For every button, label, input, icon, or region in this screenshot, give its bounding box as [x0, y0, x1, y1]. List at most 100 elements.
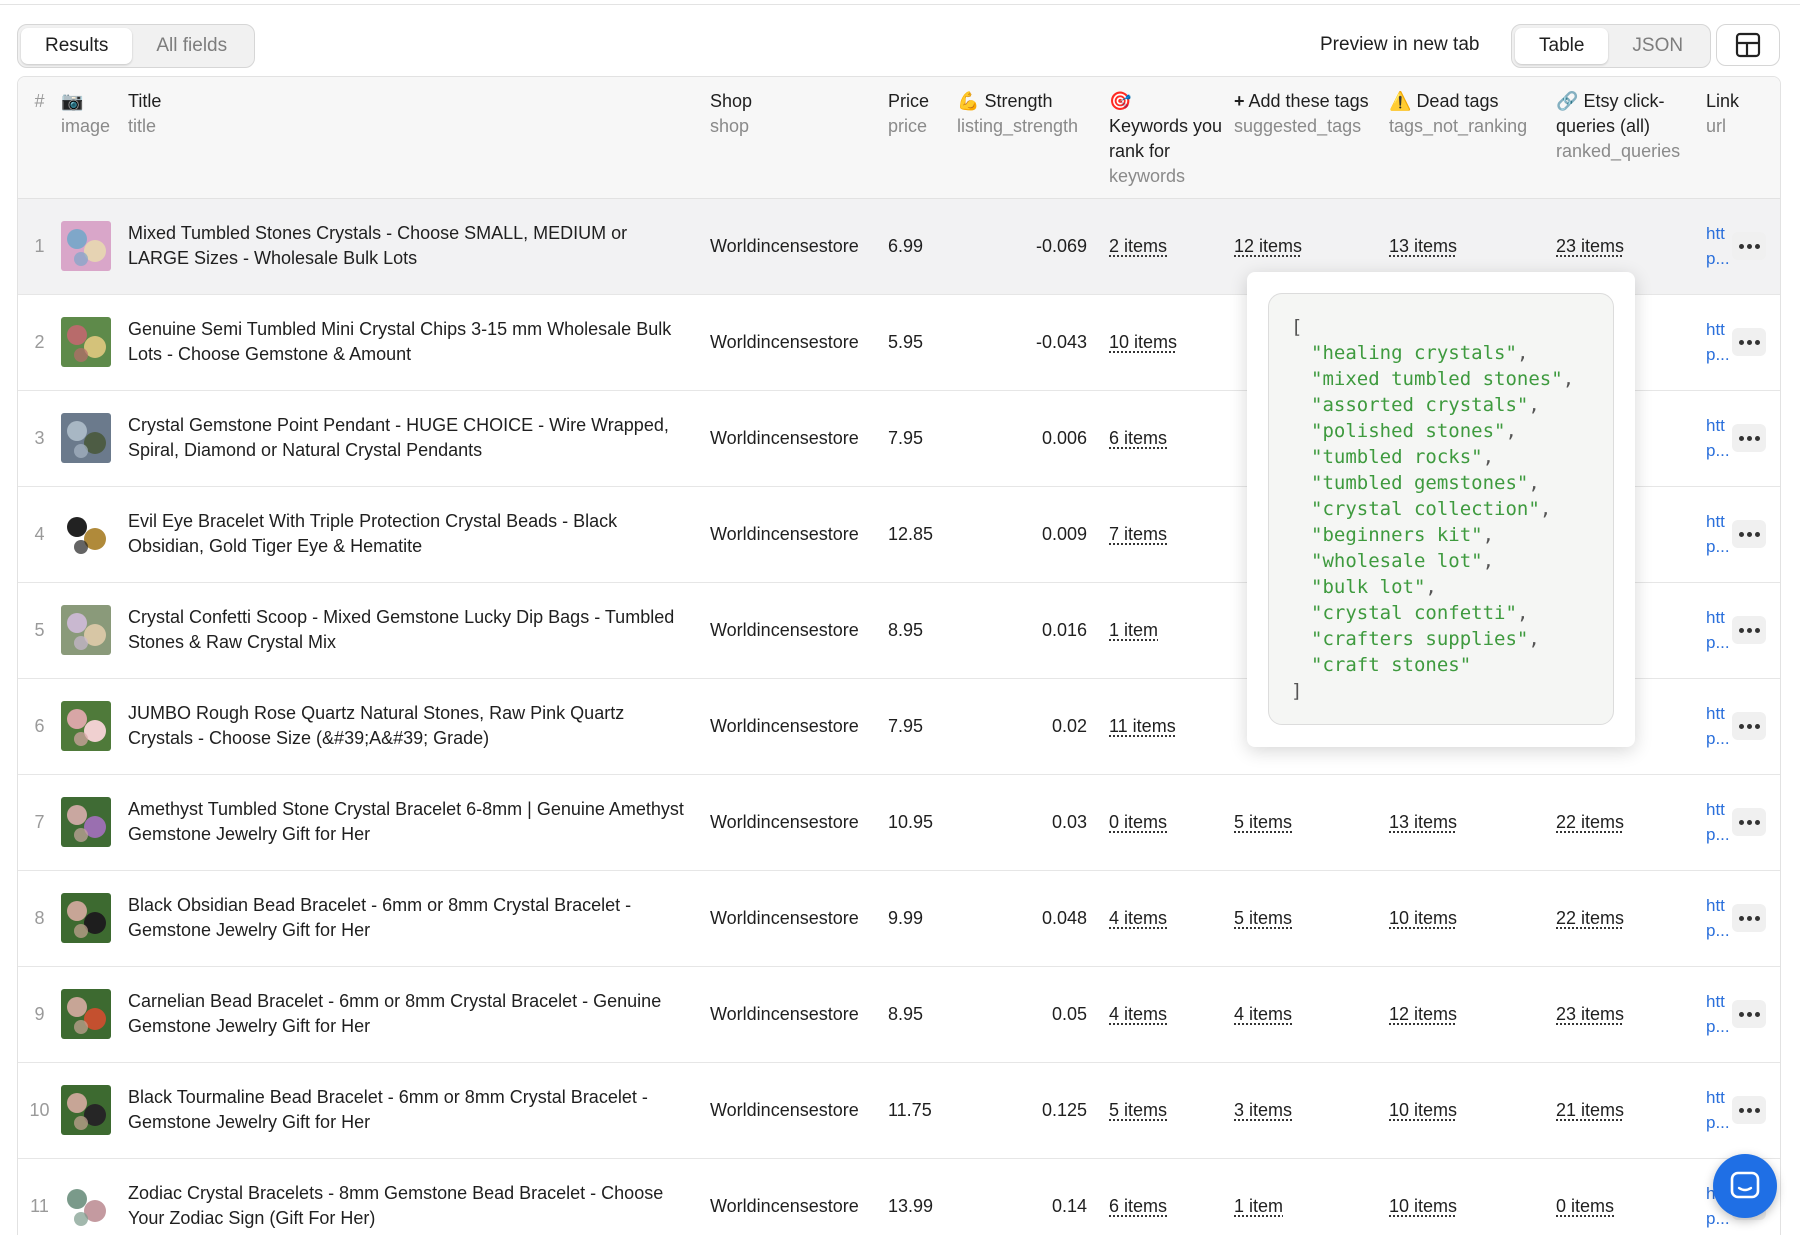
table-row[interactable]: 9 Carnelian Bead Bracelet - 6mm or 8mm Cr… — [18, 966, 1780, 1062]
table-row[interactable]: 7 Amethyst Tumbled Stone Crystal Bracelet… — [18, 774, 1780, 870]
product-thumbnail[interactable] — [61, 605, 111, 655]
product-thumbnail[interactable] — [61, 221, 111, 271]
dead-tags-cell-toggle[interactable]: 13 items — [1389, 812, 1457, 832]
keywords-cell-toggle[interactable]: 6 items — [1109, 1196, 1167, 1216]
dead-tags-cell-toggle[interactable]: 13 items — [1389, 236, 1457, 256]
row-actions-button[interactable] — [1732, 808, 1766, 836]
suggested-tags-cell-toggle[interactable]: 1 item — [1234, 1196, 1283, 1216]
tab-table[interactable]: Table — [1515, 28, 1609, 64]
suggested-tags-cell-toggle[interactable]: 5 items — [1234, 812, 1292, 832]
product-thumbnail[interactable] — [61, 701, 111, 751]
row-actions-button[interactable] — [1732, 1000, 1766, 1028]
table-header-row: # 📷 image Title title Shop shop Price pr… — [18, 77, 1780, 199]
ranked-queries-cell-toggle[interactable]: 23 items — [1556, 1004, 1624, 1024]
col-header-strength[interactable]: 💪 Strength listing_strength — [957, 77, 1109, 199]
row-actions-button[interactable] — [1732, 520, 1766, 548]
suggested-tag-string: "polished stones", — [1311, 420, 1517, 442]
product-thumbnail[interactable] — [61, 317, 111, 367]
listing-url-link[interactable]: http... — [1706, 893, 1730, 943]
col-header-keywords[interactable]: 🎯 Keywords you rank for keywords — [1109, 77, 1234, 199]
keywords-cell-toggle[interactable]: 5 items — [1109, 1100, 1167, 1120]
col-header-shop[interactable]: Shop shop — [710, 77, 888, 199]
col-header-ranked-queries[interactable]: 🔗 Etsy click-queries (all) ranked_querie… — [1556, 77, 1706, 199]
col-header-image[interactable]: 📷 image — [61, 77, 128, 199]
tag-text: beginners kit — [1322, 524, 1472, 546]
listing-url-link[interactable]: http... — [1706, 797, 1730, 847]
col-header-suggested-tags[interactable]: + Add these tags suggested_tags — [1234, 77, 1389, 199]
ranked-queries-cell-toggle[interactable]: 22 items — [1556, 812, 1624, 832]
ranked-queries-cell-toggle[interactable]: 0 items — [1556, 1196, 1614, 1216]
listing-url-link[interactable]: http... — [1706, 221, 1730, 271]
image-cell — [61, 294, 128, 390]
ranked-queries-cell-toggle[interactable]: 23 items — [1556, 236, 1624, 256]
dead-tags-cell-toggle[interactable]: 10 items — [1389, 1196, 1457, 1216]
suggested-tags-cell-toggle[interactable]: 5 items — [1234, 908, 1292, 928]
layout-toggle-button[interactable] — [1716, 24, 1780, 66]
row-actions-button[interactable] — [1732, 1096, 1766, 1124]
product-thumbnail[interactable] — [61, 797, 111, 847]
dead-tags-cell: 12 items — [1389, 966, 1556, 1062]
row-actions-button[interactable] — [1732, 712, 1766, 740]
product-thumbnail[interactable] — [61, 509, 111, 559]
row-actions-button[interactable] — [1732, 232, 1766, 260]
suggested-tags-cell-toggle[interactable]: 3 items — [1234, 1100, 1292, 1120]
product-thumbnail[interactable] — [61, 413, 111, 463]
product-thumbnail[interactable] — [61, 893, 111, 943]
row-index: 1 — [34, 235, 45, 256]
keywords-cell-toggle[interactable]: 0 items — [1109, 812, 1167, 832]
col-header-price[interactable]: Price price — [888, 77, 957, 199]
col-header-link[interactable]: Link url — [1706, 77, 1780, 199]
row-actions-button[interactable] — [1732, 616, 1766, 644]
link-cell: http... — [1706, 390, 1780, 486]
listing-url-link[interactable]: http... — [1706, 989, 1730, 1039]
table-row[interactable]: 8 Black Obsidian Bead Bracelet - 6mm or 8… — [18, 870, 1780, 966]
product-thumbnail[interactable] — [61, 1181, 111, 1231]
ranked-queries-cell: 21 items — [1556, 1062, 1706, 1158]
keywords-cell-toggle[interactable]: 10 items — [1109, 332, 1177, 352]
ranked-queries-cell-toggle[interactable]: 22 items — [1556, 908, 1624, 928]
keywords-cell-toggle[interactable]: 11 items — [1109, 716, 1176, 736]
listing-url-link[interactable]: http... — [1706, 1085, 1730, 1135]
suggested-tags-cell-toggle[interactable]: 12 items — [1234, 236, 1302, 256]
listing-url-link[interactable]: http... — [1706, 413, 1730, 463]
dead-tags-cell-toggle[interactable]: 10 items — [1389, 1100, 1457, 1120]
row-actions-button[interactable] — [1732, 424, 1766, 452]
shop-cell: Worldincensestore — [710, 1003, 859, 1024]
listing-url-link[interactable]: http... — [1706, 317, 1730, 367]
keywords-cell-toggle[interactable]: 4 items — [1109, 908, 1167, 928]
row-actions-button[interactable] — [1732, 328, 1766, 356]
tab-json[interactable]: JSON — [1608, 28, 1707, 64]
keywords-cell-toggle[interactable]: 6 items — [1109, 428, 1167, 448]
image-cell — [61, 870, 128, 966]
row-actions-button[interactable] — [1732, 904, 1766, 932]
suggested-tags-cell-toggle[interactable]: 4 items — [1234, 1004, 1292, 1024]
ranked-queries-cell-toggle[interactable]: 21 items — [1556, 1100, 1624, 1120]
product-thumbnail[interactable] — [61, 1085, 111, 1135]
chat-button[interactable] — [1713, 1154, 1777, 1218]
keywords-cell-toggle[interactable]: 2 items — [1109, 236, 1167, 256]
listing-url-link[interactable]: http... — [1706, 701, 1730, 751]
listing-url-link[interactable]: http... — [1706, 509, 1730, 559]
title-cell: Black Tourmaline Bead Bracelet - 6mm or … — [128, 1087, 648, 1132]
tab-all-fields[interactable]: All fields — [132, 28, 251, 64]
more-dots-icon — [1738, 531, 1744, 537]
table-row[interactable]: 11 Zodiac Crystal Bracelets - 8mm Gemston… — [18, 1158, 1780, 1235]
product-thumbnail[interactable] — [61, 989, 111, 1039]
col-header-dead-tags[interactable]: ⚠️ Dead tags tags_not_ranking — [1389, 77, 1556, 199]
listing-url-link[interactable]: http... — [1706, 605, 1730, 655]
keywords-cell-toggle[interactable]: 7 items — [1109, 524, 1167, 544]
table-row[interactable]: 10 Black Tourmaline Bead Bracelet - 6mm o… — [18, 1062, 1780, 1158]
row-index: 7 — [34, 811, 45, 832]
preview-in-new-tab-button[interactable]: Preview in new tab — [1320, 34, 1479, 56]
dead-tags-cell-toggle[interactable]: 12 items — [1389, 1004, 1457, 1024]
keywords-cell-toggle[interactable]: 1 item — [1109, 620, 1158, 640]
suggested-tags-cell: 4 items — [1234, 966, 1389, 1062]
tab-results[interactable]: Results — [21, 28, 133, 64]
keywords-cell-toggle[interactable]: 4 items — [1109, 1004, 1167, 1024]
col-header-title[interactable]: Title title — [128, 77, 710, 199]
more-dots-icon — [1738, 435, 1744, 441]
ranked-queries-cell: 22 items — [1556, 774, 1706, 870]
price-cell: 13.99 — [888, 1195, 934, 1216]
tag-text: bulk lot — [1322, 576, 1414, 598]
dead-tags-cell-toggle[interactable]: 10 items — [1389, 908, 1457, 928]
